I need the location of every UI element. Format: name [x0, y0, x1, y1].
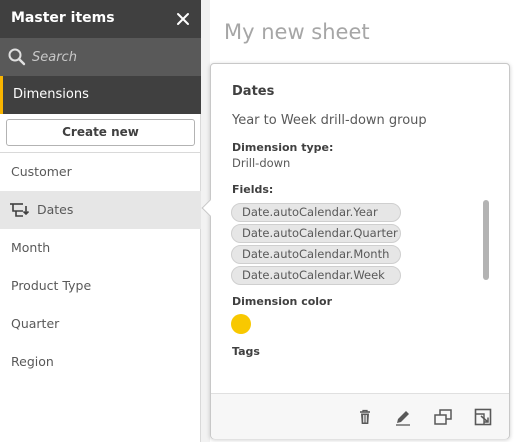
fields-label: Fields:	[232, 183, 274, 196]
scrollbar[interactable]	[483, 200, 489, 280]
list-item-label: Customer	[11, 164, 72, 179]
list-item-label: Quarter	[11, 316, 60, 331]
dimension-type-value: Drill-down	[232, 156, 291, 170]
drill-down-icon	[9, 202, 33, 218]
panel-header: Master items	[0, 0, 201, 38]
dimension-list: Customer Dates Month Product Type Quarte…	[0, 153, 201, 381]
list-item-dates[interactable]: Dates	[0, 191, 201, 229]
dimension-color-label: Dimension color	[232, 295, 333, 308]
field-chip: Date.autoCalendar.Week	[231, 266, 401, 285]
list-item-label: Region	[11, 354, 54, 369]
duplicate-icon[interactable]	[433, 407, 453, 427]
dimension-detail-popover: Dates Year to Week drill-down group Dime…	[201, 63, 510, 439]
search-icon	[8, 48, 26, 66]
search-input[interactable]	[32, 46, 192, 68]
list-item-quarter[interactable]: Quarter	[0, 305, 201, 343]
list-item-label: Dates	[37, 202, 74, 217]
dimension-title: Dates	[232, 84, 275, 99]
dimension-color-swatch	[231, 314, 251, 334]
tab-dimensions[interactable]: Dimensions	[0, 76, 201, 114]
field-chip: Date.autoCalendar.Year	[231, 203, 401, 222]
active-tab-indicator	[0, 76, 3, 114]
fields-list: Date.autoCalendar.Year Date.autoCalendar…	[231, 203, 403, 287]
sheet-title[interactable]: My new sheet	[224, 20, 370, 44]
create-new-button[interactable]: Create new	[6, 119, 195, 146]
tab-dimensions-label: Dimensions	[13, 87, 89, 102]
list-item-month[interactable]: Month	[0, 229, 201, 267]
list-item-label: Product Type	[11, 278, 92, 293]
sheet-toolbar-strip	[210, 0, 514, 8]
panel-title: Master items	[11, 10, 115, 26]
list-item-product-type[interactable]: Product Type	[0, 267, 201, 305]
edit-icon[interactable]	[393, 407, 413, 427]
popover-pointer	[201, 199, 219, 217]
expand-icon[interactable]	[473, 407, 493, 427]
master-items-panel: Master items Dimensions Create new Custo…	[0, 0, 201, 442]
trash-icon[interactable]	[355, 407, 375, 427]
list-item-customer[interactable]: Customer	[0, 153, 201, 191]
list-item-region[interactable]: Region	[0, 343, 201, 381]
dimension-description: Year to Week drill-down group	[232, 113, 427, 128]
tags-label: Tags	[232, 345, 260, 358]
popover-footer	[211, 393, 509, 439]
search-bar	[0, 38, 201, 76]
list-item-label: Month	[11, 240, 51, 255]
close-icon[interactable]	[172, 8, 194, 30]
field-chip: Date.autoCalendar.Month	[231, 245, 401, 264]
dimension-type-label: Dimension type:	[232, 141, 334, 154]
field-chip: Date.autoCalendar.Quarter	[231, 224, 401, 243]
